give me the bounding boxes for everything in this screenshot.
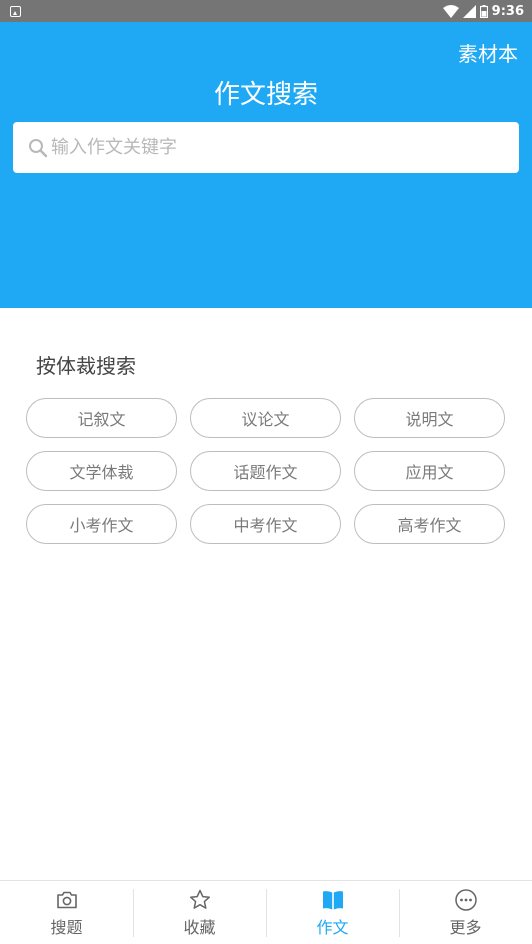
- status-time: 9:36: [491, 3, 524, 19]
- genre-button-topic[interactable]: 话题作文: [190, 451, 341, 491]
- status-bar: 9:36: [0, 0, 532, 22]
- header: 素材本 作文搜索: [0, 22, 532, 308]
- genre-button-practical[interactable]: 应用文: [354, 451, 505, 491]
- nav-label: 作文: [316, 917, 349, 937]
- signal-icon: [462, 4, 476, 18]
- wifi-icon: [442, 4, 459, 18]
- camera-icon: [56, 891, 77, 908]
- genre-grid: 记叙文 议论文 说明文 文学体裁 话题作文 应用文 小考作文 中考作文 高考作文: [26, 398, 506, 544]
- notification-icon: [10, 5, 21, 17]
- book-icon: [322, 890, 343, 909]
- material-book-link[interactable]: 素材本: [458, 38, 518, 67]
- nav-item-essay[interactable]: 作文: [266, 881, 399, 944]
- genre-button-narrative[interactable]: 记叙文: [26, 398, 177, 438]
- genre-button-argumentative[interactable]: 议论文: [190, 398, 341, 438]
- genre-button-primary-exam[interactable]: 小考作文: [26, 504, 177, 544]
- page-title: 作文搜索: [213, 80, 318, 110]
- battery-icon: [479, 4, 488, 18]
- more-icon: [454, 888, 477, 911]
- search-box[interactable]: [13, 122, 519, 173]
- nav-item-more[interactable]: 更多: [399, 881, 532, 944]
- genre-button-expository[interactable]: 说明文: [354, 398, 505, 438]
- nav-label: 搜题: [50, 917, 83, 937]
- nav-item-favorites[interactable]: 收藏: [133, 881, 266, 944]
- star-icon: [189, 889, 210, 909]
- nav-label: 收藏: [183, 917, 216, 937]
- nav-label: 更多: [449, 917, 482, 937]
- genre-button-middle-exam[interactable]: 中考作文: [190, 504, 341, 544]
- bottom-nav: 搜题 收藏 作文 更多: [0, 880, 532, 944]
- search-input[interactable]: [51, 137, 519, 158]
- genre-button-literary[interactable]: 文学体裁: [26, 451, 177, 491]
- genre-button-college-exam[interactable]: 高考作文: [354, 504, 505, 544]
- search-icon: [29, 138, 48, 157]
- genre-section-title: 按体裁搜索: [36, 354, 136, 378]
- nav-item-search-question[interactable]: 搜题: [0, 881, 133, 944]
